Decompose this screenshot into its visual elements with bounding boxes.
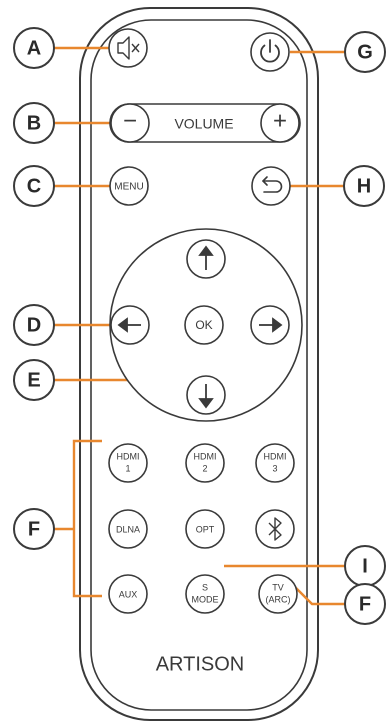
- callout-label-i: I: [362, 555, 368, 577]
- dlna-button[interactable]: DLNA: [108, 509, 148, 549]
- callout-c: C: [13, 165, 55, 207]
- volume-up-label: +: [273, 107, 287, 134]
- callout-label-d: D: [27, 314, 41, 336]
- hdmi1-label: HDMI: [117, 451, 140, 461]
- tvarc-button[interactable]: TV (ARC): [258, 574, 298, 614]
- menu-button[interactable]: MENU: [109, 166, 149, 206]
- callout-i: I: [344, 545, 386, 587]
- opt-button[interactable]: OPT: [185, 509, 225, 549]
- nav-down-button[interactable]: [186, 375, 226, 415]
- hdmi1-button[interactable]: HDMI 1: [108, 443, 148, 483]
- hdmi2-button[interactable]: HDMI 2: [185, 443, 225, 483]
- opt-label: OPT: [196, 524, 215, 534]
- hdmi3-button[interactable]: HDMI 3: [255, 443, 295, 483]
- callout-bracket-f: [53, 439, 102, 598]
- callout-a: A: [13, 27, 55, 69]
- brand-logo: ARTISON: [156, 653, 245, 675]
- nav-right-button[interactable]: [250, 305, 290, 345]
- aux-button[interactable]: AUX: [108, 574, 148, 614]
- nav-pad: OK: [109, 228, 303, 422]
- mute-button[interactable]: [108, 28, 148, 68]
- nav-up-button[interactable]: [186, 239, 226, 279]
- ok-button[interactable]: OK: [184, 305, 224, 345]
- callout-label-a: A: [27, 37, 41, 59]
- tvarc-label-arc: (ARC): [266, 594, 291, 604]
- callout-h: H: [343, 165, 385, 207]
- nav-left-button[interactable]: [110, 305, 150, 345]
- hdmi2-number: 2: [202, 463, 207, 473]
- callout-label-e: E: [27, 369, 40, 391]
- callout-label-g: G: [357, 41, 373, 63]
- hdmi3-label: HDMI: [264, 451, 287, 461]
- bluetooth-button[interactable]: [255, 509, 295, 549]
- ok-label: OK: [195, 318, 212, 332]
- callout-d: D: [13, 304, 55, 346]
- callout-f2: F: [344, 583, 386, 625]
- menu-label: MENU: [114, 182, 143, 193]
- callout-g: G: [344, 31, 386, 73]
- callout-label-f2: F: [359, 593, 371, 615]
- callout-label-b: B: [27, 112, 41, 134]
- remote-diagram: A B C D E F G H I F − VOLUME + MENU OK H…: [13, 7, 386, 721]
- hdmi3-number: 3: [272, 463, 277, 473]
- hdmi2-label: HDMI: [194, 451, 217, 461]
- volume-label: VOLUME: [174, 116, 233, 132]
- smode-label-s: S: [202, 582, 208, 592]
- power-button[interactable]: [250, 32, 290, 72]
- volume-down-button[interactable]: −: [110, 103, 150, 143]
- smode-button[interactable]: S MODE: [185, 574, 225, 614]
- callout-e: E: [13, 359, 55, 401]
- volume-up-button[interactable]: +: [260, 103, 300, 143]
- aux-label: AUX: [119, 589, 138, 599]
- volume-control: − VOLUME +: [109, 103, 301, 143]
- callout-line-f2: [295, 587, 345, 606]
- tvarc-label-tv: TV: [272, 582, 284, 592]
- hdmi1-number: 1: [125, 463, 130, 473]
- callout-b: B: [13, 102, 55, 144]
- callout-label-c: C: [27, 175, 41, 197]
- dlna-label: DLNA: [116, 524, 140, 534]
- callout-f1: F: [13, 508, 55, 550]
- back-button[interactable]: [251, 166, 291, 206]
- callout-label-f1: F: [28, 518, 40, 540]
- smode-label-mode: MODE: [192, 594, 219, 604]
- callout-label-h: H: [357, 175, 371, 197]
- volume-down-label: −: [123, 107, 137, 134]
